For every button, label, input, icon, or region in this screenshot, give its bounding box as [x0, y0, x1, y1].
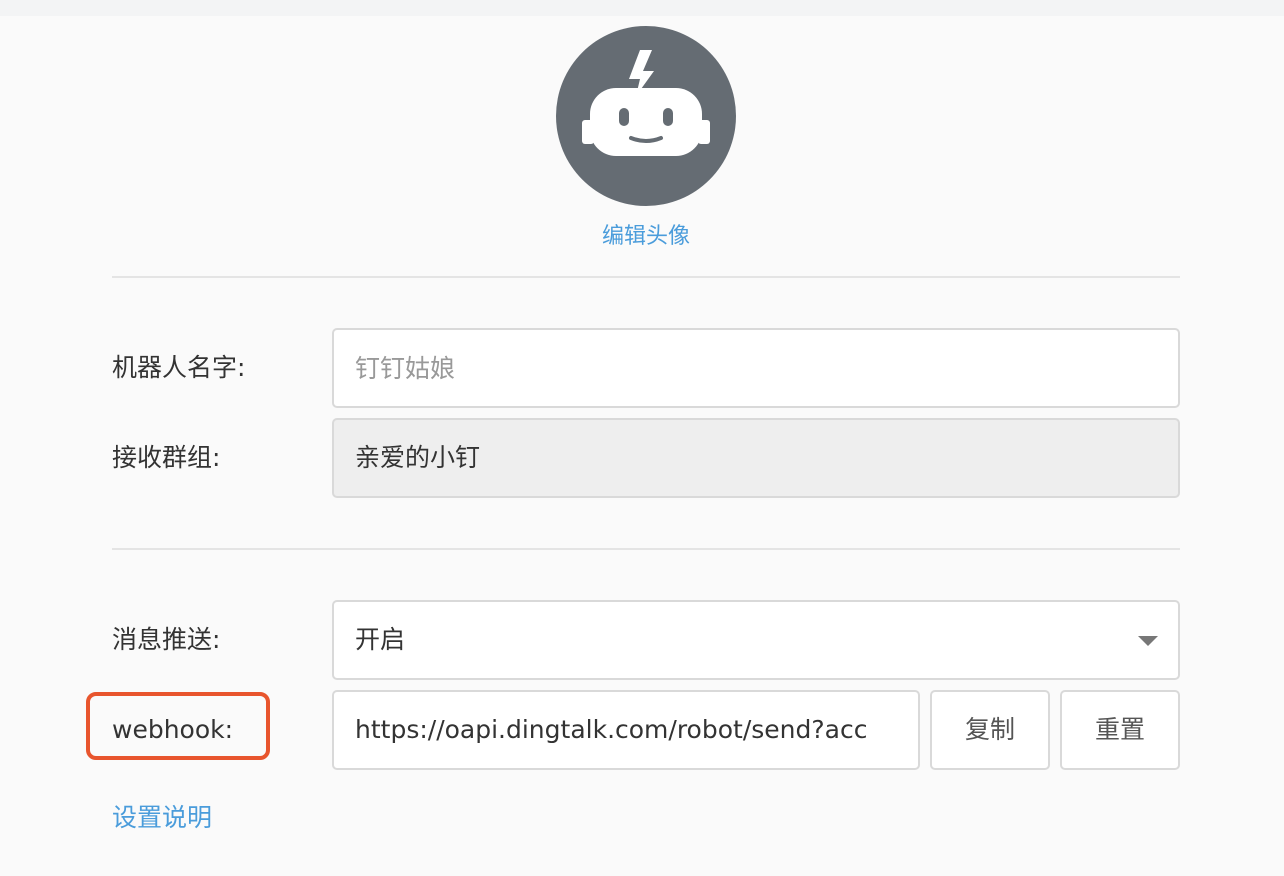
message-push-select[interactable]: 开启: [332, 600, 1180, 680]
robot-name-input[interactable]: [332, 328, 1180, 408]
robot-name-label: 机器人名字:: [112, 353, 246, 382]
divider: [112, 548, 1180, 550]
receive-group-label: 接收群组:: [112, 443, 221, 472]
edit-avatar-link[interactable]: 编辑头像: [546, 220, 746, 254]
robot-avatar[interactable]: [556, 26, 736, 206]
message-push-selected: 开启: [355, 625, 406, 654]
divider: [112, 276, 1180, 278]
webhook-url-field[interactable]: https://oapi.dingtalk.com/robot/send?acc: [332, 690, 920, 770]
receive-group-field: 亲爱的小钉: [332, 418, 1180, 498]
webhook-highlight-box: [86, 692, 270, 760]
robot-icon: [582, 50, 710, 156]
caret-down-icon: [1138, 636, 1158, 646]
reset-button[interactable]: 重置: [1060, 690, 1180, 770]
copy-button[interactable]: 复制: [930, 690, 1050, 770]
setup-guide-link[interactable]: 设置说明: [112, 798, 212, 838]
message-push-label: 消息推送:: [112, 625, 221, 654]
